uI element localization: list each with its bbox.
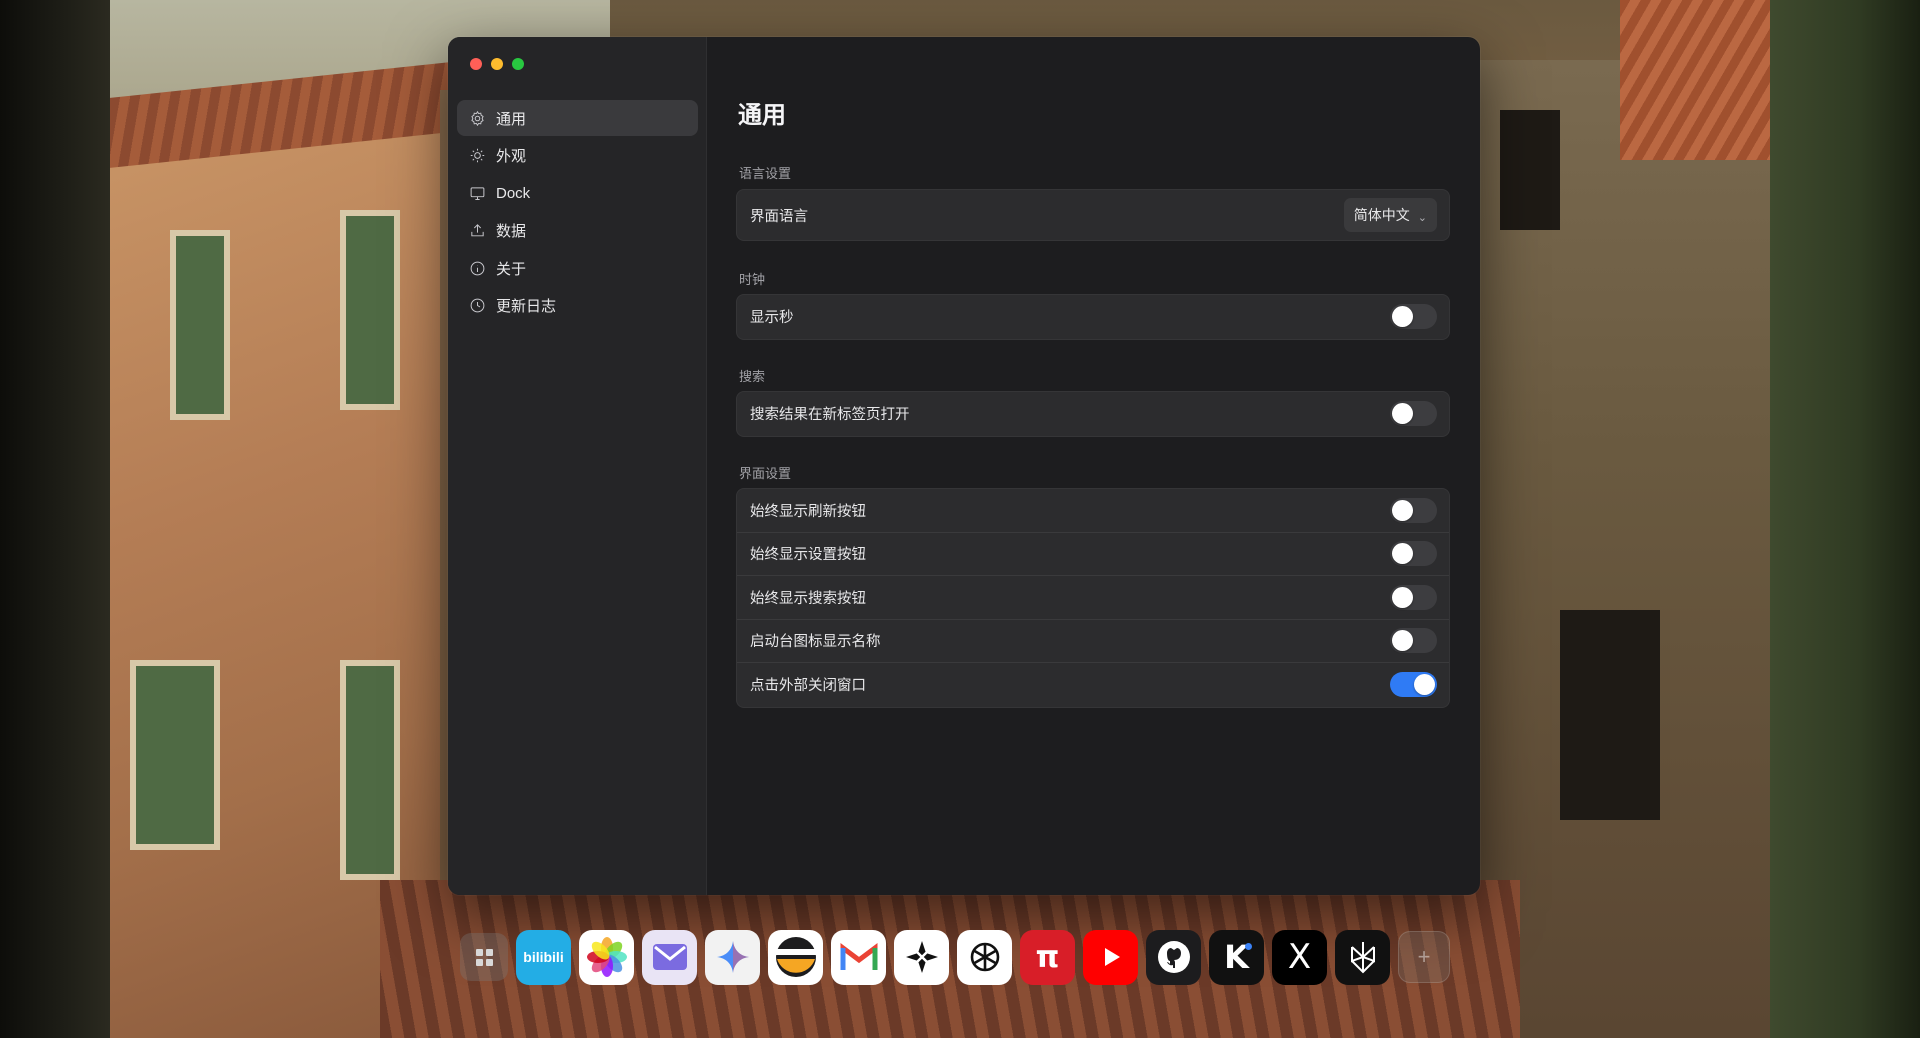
wallpaper-window (340, 660, 400, 880)
show-settings-button-toggle[interactable] (1390, 541, 1437, 567)
show-search-button-toggle[interactable] (1390, 584, 1437, 610)
section-label-clock: 时钟 (739, 272, 766, 287)
launchpad-icon[interactable] (460, 933, 508, 981)
add-app-icon[interactable]: + (1398, 931, 1450, 983)
gear-icon (469, 110, 486, 127)
select-value: 简体中文 (1353, 207, 1410, 223)
openai-icon[interactable] (957, 929, 1012, 985)
toggle-row: 搜索结果在新标签页打开 (737, 392, 1449, 436)
language-group: 界面语言 简体中文 ⌄ (736, 189, 1450, 241)
pi-icon[interactable]: π (1020, 929, 1075, 985)
sidebar-item-data[interactable]: 数据 (457, 213, 698, 249)
sidebar-item-label: 更新日志 (496, 298, 557, 315)
x-icon[interactable]: X (1272, 929, 1327, 985)
row-label: 始终显示设置按钮 (750, 547, 866, 564)
pi-label: π (1035, 939, 1060, 975)
chevron-down-icon: ⌄ (1417, 211, 1427, 224)
search-group: 搜索结果在新标签页打开 (736, 391, 1450, 437)
info-icon (469, 260, 486, 277)
open-in-new-tab-toggle[interactable] (1390, 401, 1437, 427)
youtube-icon[interactable] (1083, 929, 1138, 985)
wallpaper-window (170, 230, 230, 420)
wallpaper-window (130, 660, 220, 850)
sidebar-item-general[interactable]: 通用 (457, 100, 698, 136)
upload-icon (469, 222, 486, 239)
gemini-icon[interactable] (705, 929, 760, 985)
toggle-row: 始终显示设置按钮 (737, 533, 1449, 576)
toggle-knob (1392, 543, 1413, 565)
toggle-knob (1392, 499, 1413, 521)
wallpaper-left-frame (0, 0, 110, 1038)
sidebar-item-about[interactable]: 关于 (457, 250, 698, 286)
sidebar-item-label: 外观 (496, 148, 527, 165)
row-label: 搜索结果在新标签页打开 (750, 407, 910, 424)
sidebar-item-appearance[interactable]: 外观 (457, 138, 698, 174)
minimize-window-button[interactable] (491, 58, 503, 70)
add-app-label: + (1417, 944, 1431, 969)
click-outside-close-toggle[interactable] (1390, 672, 1437, 698)
row-label: 始终显示刷新按钮 (750, 503, 866, 520)
sidebar-item-label: Dock (496, 184, 531, 202)
sidebar-item-dock[interactable]: Dock (457, 175, 698, 211)
monitor-icon (469, 185, 486, 202)
interface-language-row: 界面语言 简体中文 ⌄ (737, 190, 1449, 240)
sidebar-item-label: 数据 (496, 223, 527, 240)
maximize-window-button[interactable] (512, 58, 524, 70)
mail-icon[interactable] (642, 929, 697, 985)
sidebar-item-changelog[interactable]: 更新日志 (457, 288, 698, 324)
wallpaper-window (340, 210, 400, 410)
x-label: X (1287, 937, 1312, 977)
wallpaper-window (1500, 110, 1560, 230)
clock-group: 显示秒 (736, 294, 1450, 340)
row-label: 点击外部关闭窗口 (750, 678, 866, 695)
show-seconds-toggle[interactable] (1390, 304, 1437, 330)
dock: bilibili π K X + (460, 929, 1450, 985)
toggle-row: 始终显示刷新按钮 (737, 489, 1449, 533)
clock-icon (469, 297, 486, 314)
toggle-row: 显示秒 (737, 295, 1449, 339)
toggle-knob (1392, 586, 1413, 608)
bilibili-label: bilibili (523, 949, 564, 965)
section-label-language: 语言设置 (739, 166, 792, 181)
toggle-row: 点击外部关闭窗口 (737, 663, 1449, 707)
photos-icon[interactable] (579, 929, 634, 985)
toggle-knob (1392, 630, 1413, 652)
kimi-dot (1245, 942, 1252, 950)
sidebar-item-label: 关于 (496, 260, 527, 278)
stripe-app-icon[interactable] (768, 929, 823, 985)
sidebar-item-label: 通用 (496, 110, 527, 128)
show-refresh-button-toggle[interactable] (1390, 497, 1437, 523)
language-select[interactable]: 简体中文 ⌄ (1343, 198, 1437, 232)
wallpaper-right-frame (1770, 0, 1920, 1038)
perplexity-like-icon[interactable] (894, 929, 949, 985)
settings-content: 通用 语言设置 界面语言 简体中文 ⌄ 时钟 显示秒 搜索 搜索结果在新标签页打… (707, 37, 1480, 895)
row-label: 始终显示搜索按钮 (750, 590, 866, 607)
sidebar-nav: 通用 外观 Dock 数据 关于 更新日志 (457, 100, 698, 325)
perplexity-icon[interactable] (1335, 929, 1390, 985)
toggle-knob (1392, 306, 1413, 328)
row-label: 界面语言 (750, 208, 808, 225)
kimi-icon[interactable]: K (1209, 929, 1264, 985)
toggle-row: 启动台图标显示名称 (737, 620, 1449, 663)
toggle-knob (1392, 403, 1413, 425)
gmail-icon[interactable] (831, 929, 886, 985)
window-controls (470, 58, 524, 70)
page-title: 通用 (738, 102, 786, 129)
github-icon[interactable] (1146, 929, 1201, 985)
row-label: 显示秒 (750, 310, 794, 327)
section-label-interface: 界面设置 (739, 466, 792, 481)
bilibili-icon[interactable]: bilibili (516, 929, 571, 985)
wallpaper-window (1560, 610, 1660, 820)
launchpad-show-names-toggle[interactable] (1390, 628, 1437, 654)
interface-group: 始终显示刷新按钮 始终显示设置按钮 始终显示搜索按钮 启动台图标显示名称 点击外… (736, 488, 1450, 708)
section-label-search: 搜索 (739, 369, 766, 384)
sun-icon (469, 147, 486, 164)
row-label: 启动台图标显示名称 (750, 634, 881, 651)
toggle-knob (1414, 674, 1435, 696)
sidebar: 通用 外观 Dock 数据 关于 更新日志 (448, 37, 707, 895)
toggle-row: 始终显示搜索按钮 (737, 576, 1449, 620)
settings-window: 通用 外观 Dock 数据 关于 更新日志 通用 语言设置 界面语言 简体中文 … (448, 37, 1480, 895)
close-window-button[interactable] (470, 58, 482, 70)
